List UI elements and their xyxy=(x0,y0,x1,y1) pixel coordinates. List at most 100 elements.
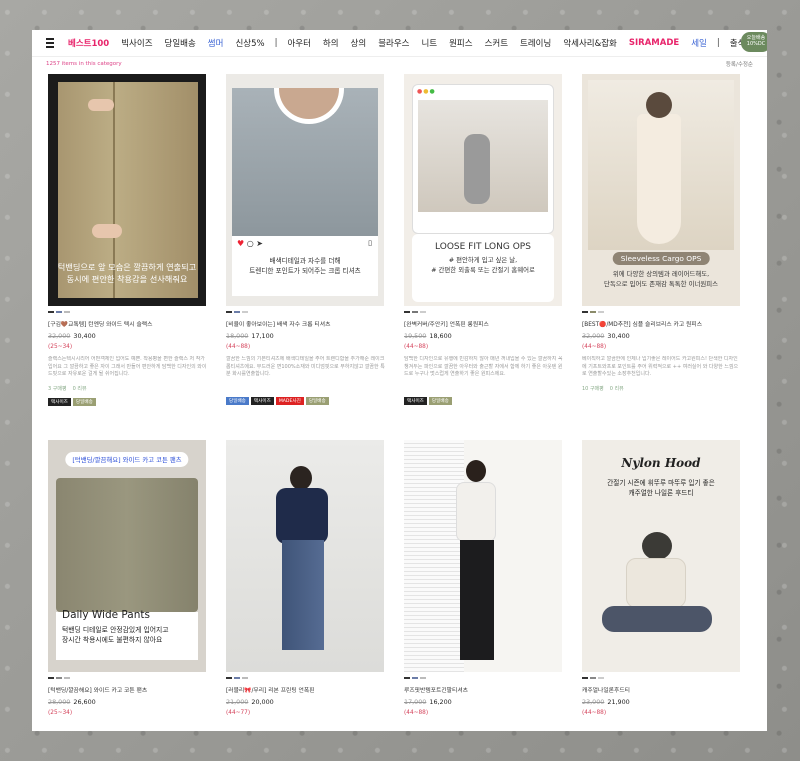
product-price: 32,000 30,400 xyxy=(48,332,208,340)
product-image[interactable]: Nylon Hood 간절기 시즌에 휘뚜루 마뚜루 입기 좋은 캐주얼한 나일론… xyxy=(582,440,740,672)
product-image[interactable]: ●●● LOOSE FIT LONG OPS # 편안하게 입고 싶은 날, # … xyxy=(404,74,562,306)
original-price: 19,500 xyxy=(404,332,427,340)
color-swatches xyxy=(226,677,386,680)
product-card[interactable]: 턱밴딩으로 앞 모습은 깔끔하게 연출되고 동시에 편안한 착용감을 선사해줘요 [… xyxy=(48,74,208,406)
color-swatch xyxy=(598,311,604,313)
size-range: (44~88) xyxy=(582,344,607,350)
product-card[interactable]: ♥ ○ ➤ ▯ 배색디테일과 자수를 더해 트렌디한 포인트가 되어주는 크롭 티… xyxy=(226,74,386,405)
nav-item-16[interactable]: 세일 xyxy=(685,37,713,49)
tag-badge: 당일배송 xyxy=(305,397,329,405)
nav-item-12[interactable]: 스커트 xyxy=(479,37,514,49)
nav-item-3[interactable]: 썸머 xyxy=(202,37,230,49)
color-swatches xyxy=(226,311,386,314)
color-swatch xyxy=(242,311,248,313)
color-swatch xyxy=(226,677,232,679)
color-swatch xyxy=(234,311,240,313)
product-name[interactable]: [완벽커버/주안키] 언폭핀 롱원피스 xyxy=(404,319,564,328)
product-name[interactable]: [비율이 좋아보이는] 배색 자수 크롭 티셔츠 xyxy=(226,319,386,328)
product-tags: 택사이즈 당일배송 xyxy=(404,397,564,405)
size-range: (44~88) xyxy=(582,710,607,716)
product-image[interactable]: ♥ ○ ➤ ▯ 배색디테일과 자수를 더해 트렌디한 포인트가 되어주는 크롭 티… xyxy=(226,74,384,306)
stats-spacer xyxy=(226,378,386,391)
product-card[interactable]: 루즈핏반템포트긴팔티셔츠 17,000 16,200 (44~88) xyxy=(404,440,564,716)
product-card[interactable]: ●●● LOOSE FIT LONG OPS # 편안하게 입고 싶은 날, # … xyxy=(404,74,564,405)
product-image[interactable]: Sleeveless Cargo OPS 위에 다양한 상의템과 레이어드해도,… xyxy=(582,74,740,306)
purchase-review-count[interactable]: 10 구매평 xyxy=(582,386,604,392)
product-image[interactable] xyxy=(226,440,384,672)
color-swatch xyxy=(420,311,426,313)
nav-item-1[interactable]: 빅사이즈 xyxy=(115,37,158,49)
list-info-bar: 1257 items in this category 등록/수정순 xyxy=(32,57,767,71)
product-card[interactable]: Sleeveless Cargo OPS 위에 다양한 상의템과 레이어드해도,… xyxy=(582,74,742,392)
size-range: (44~88) xyxy=(404,710,429,716)
nav-item-0[interactable]: 베스트100 xyxy=(62,37,115,49)
nav-item-8[interactable]: 상의 xyxy=(345,37,373,49)
nav-item-4[interactable]: 신상5% xyxy=(229,37,270,49)
product-description: 베이직하고 깔끔한에 인체나 입기좋은 레이어드 카고원피스! 단색한 디자인에… xyxy=(582,356,739,377)
color-swatch xyxy=(582,677,588,679)
product-name[interactable]: [러블리🎀/무리] 리본 프린팅 언폭핀 xyxy=(226,685,386,694)
color-swatch xyxy=(56,677,62,679)
size-range: (44~88) xyxy=(226,344,251,350)
product-price: 18,000 17,100 xyxy=(226,332,386,340)
today-delivery-badge[interactable]: 오늘배송 10%DC xyxy=(741,32,767,52)
image-caption: 간절기 시즌에 휘뚜루 마뚜루 입기 좋은 캐주얼한 나일론 후드티 xyxy=(607,479,715,498)
product-card[interactable]: [턱밴딩/깔끔해요] 와이드 카고 코튼 팬츠 Daily Wide Pants… xyxy=(48,440,208,716)
nav-separator: | xyxy=(716,38,720,48)
review-count[interactable]: 0 리뷰 xyxy=(73,386,87,392)
purchase-review-count[interactable]: 3 구매평 xyxy=(48,386,67,392)
product-tags: 택사이즈 당일배송 xyxy=(48,398,208,406)
product-description: 슬랙스는텍시시리어 어떤객체인 입어도 예쁜. 착용평을 편한 슬랙스 저 작가… xyxy=(48,356,207,377)
product-name[interactable]: [구김🤎교톡템] 턴엔딩 와이드 텍시 슬랙스 xyxy=(48,319,208,328)
product-name[interactable]: [BEST🔴/MD추천] 심플 슬리브리스 카고 원피스 xyxy=(582,319,742,328)
product-image[interactable]: 턱밴딩으로 앞 모습은 깔끔하게 연출되고 동시에 편안한 착용감을 선사해줘요 xyxy=(48,74,206,306)
color-swatch xyxy=(598,677,604,679)
nav-item-13[interactable]: 트레이닝 xyxy=(514,37,557,49)
original-price: 32,000 xyxy=(48,332,71,340)
original-price: 21,000 xyxy=(226,698,249,706)
nav-item-2[interactable]: 당일배송 xyxy=(159,37,202,49)
product-image[interactable]: [턱밴딩/깔끔해요] 와이드 카고 코튼 팬츠 Daily Wide Pants… xyxy=(48,440,206,672)
color-swatches xyxy=(48,311,208,314)
sort-select[interactable]: 등록/수정순 xyxy=(726,60,753,68)
product-name[interactable]: 루즈핏반템포트긴팔티셔츠 xyxy=(404,685,564,694)
original-price: 17,000 xyxy=(404,698,427,706)
sale-price: 17,100 xyxy=(251,332,274,340)
tag-badge: 당일배송 xyxy=(72,398,96,406)
product-name[interactable]: [턱밴딩/깔끔해요] 와이드 카고 코튼 팬츠 xyxy=(48,685,208,694)
nav-item-9[interactable]: 블라우스 xyxy=(372,37,415,49)
nav-item-15[interactable]: SIRAMADE xyxy=(623,38,685,48)
nav-item-11[interactable]: 원피스 xyxy=(443,37,478,49)
original-price: 32,000 xyxy=(582,332,605,340)
image-caption: 턱밴딩으로 앞 모습은 깔끔하게 연출되고 동시에 편안한 착용감을 선사해줘요 xyxy=(57,261,197,285)
size-range: (25~34) xyxy=(48,710,73,716)
nav-item-7[interactable]: 하의 xyxy=(317,37,345,49)
size-range: (25~34) xyxy=(48,344,73,350)
color-swatch xyxy=(64,311,70,313)
nav-item-14[interactable]: 악세사리&잡화 xyxy=(557,37,623,49)
top-nav-bar: 베스트100 빅사이즈 당일배송 썸머 신상5% | 아우터 하의 상의 블라우스 니트 원피스 스커트… xyxy=(32,30,767,57)
image-caption: 턱밴딩 디테일로 안정감있게 입어지고 장시간 착용시에도 불편하지 않아요 xyxy=(62,626,169,645)
color-swatch xyxy=(412,677,418,679)
image-title: Sleeveless Cargo OPS xyxy=(612,252,710,265)
product-card[interactable]: Nylon Hood 간절기 시즌에 휘뚜루 마뚜루 입기 좋은 캐주얼한 나일론… xyxy=(582,440,742,716)
original-price: 23,000 xyxy=(582,698,605,706)
tag-badge: 당일배송 xyxy=(226,397,249,405)
image-title: Daily Wide Pants xyxy=(62,609,150,621)
color-swatch xyxy=(234,677,240,679)
size-range: (44~77) xyxy=(226,710,251,716)
product-price: 21,000 20,000 xyxy=(226,698,386,706)
image-caption: # 편안하게 입고 싶은 날, # 간편한 외출룩 또는 간절기 홈웨어로 xyxy=(431,256,535,274)
product-card[interactable]: [러블리🎀/무리] 리본 프린팅 언폭핀 21,000 20,000 (44~77) xyxy=(226,440,386,716)
nav-item-6[interactable]: 아우터 xyxy=(281,37,316,49)
product-name[interactable]: 캐주얼나일론후드티 xyxy=(582,685,742,694)
heart-icon: ♥ ○ ➤ xyxy=(237,239,263,248)
product-image[interactable] xyxy=(404,440,562,672)
color-swatch xyxy=(412,311,418,313)
hamburger-menu-icon[interactable] xyxy=(46,38,55,48)
sale-price: 16,200 xyxy=(429,698,452,706)
color-swatch xyxy=(420,677,426,679)
review-count[interactable]: 0 리뷰 xyxy=(610,386,624,392)
nav-item-10[interactable]: 니트 xyxy=(415,37,443,49)
sale-price: 21,900 xyxy=(607,698,630,706)
